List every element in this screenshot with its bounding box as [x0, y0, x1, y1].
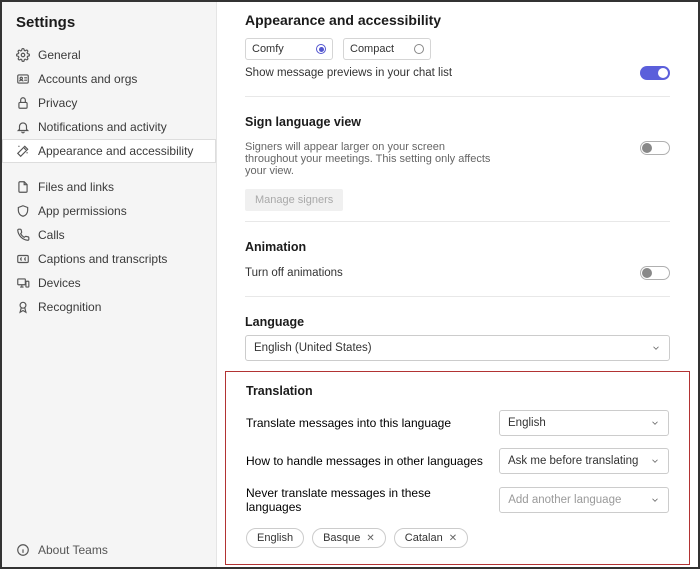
sidebar-item-notifications[interactable]: Notifications and activity	[2, 115, 216, 139]
lock-icon	[16, 96, 30, 110]
sidebar-item-captions[interactable]: Captions and transcripts	[2, 247, 216, 271]
chip-label: Catalan	[405, 532, 443, 544]
settings-main[interactable]: Appearance and accessibility Comfy Compa…	[217, 2, 698, 567]
language-select[interactable]: English (United States)	[245, 335, 670, 361]
never-translate-chips: English Basque ✕ Catalan ✕	[246, 528, 669, 548]
sidebar-footer-about[interactable]: About Teams	[2, 533, 216, 567]
animation-title: Animation	[245, 240, 670, 254]
magic-wand-icon	[16, 144, 30, 158]
handle-messages-label: How to handle messages in other language…	[246, 454, 483, 468]
settings-sidebar: Settings General Accounts and orgs Priva…	[2, 2, 217, 567]
sidebar-item-label: Files and links	[38, 180, 114, 194]
translation-section: Translation Translate messages into this…	[225, 371, 690, 565]
language-select-value: English (United States)	[254, 342, 372, 354]
sidebar-item-recognition[interactable]: Recognition	[2, 295, 216, 319]
sidebar-item-calls[interactable]: Calls	[2, 223, 216, 247]
sidebar-item-label: Devices	[38, 276, 81, 290]
phone-icon	[16, 228, 30, 242]
sign-language-toggle[interactable]	[640, 141, 670, 155]
density-options: Comfy Compact	[245, 38, 670, 60]
sidebar-item-appearance[interactable]: Appearance and accessibility	[2, 139, 216, 163]
sidebar-footer-label: About Teams	[38, 543, 108, 557]
animation-label: Turn off animations	[245, 267, 343, 279]
never-translate-placeholder: Add another language	[508, 494, 621, 506]
language-title: Language	[245, 315, 670, 329]
sign-language-row: Signers will appear larger on your scree…	[245, 135, 670, 183]
density-comfy[interactable]: Comfy	[245, 38, 333, 60]
sidebar-group-2: Files and links App permissions Calls Ca…	[2, 173, 216, 321]
ribbon-icon	[16, 300, 30, 314]
sidebar-title: Settings	[2, 2, 216, 41]
density-comfy-label: Comfy	[252, 43, 284, 55]
sidebar-item-label: General	[38, 48, 81, 62]
chevron-down-icon	[651, 343, 661, 353]
divider	[245, 96, 670, 97]
sidebar-item-label: App permissions	[38, 204, 127, 218]
close-icon[interactable]: ✕	[366, 533, 374, 544]
sidebar-item-label: Notifications and activity	[38, 120, 167, 134]
chip-basque[interactable]: Basque ✕	[312, 528, 386, 548]
info-icon	[16, 543, 30, 557]
sidebar-item-label: Calls	[38, 228, 65, 242]
handle-messages-select[interactable]: Ask me before translating	[499, 448, 669, 474]
animation-row: Turn off animations	[245, 260, 670, 286]
chip-catalan[interactable]: Catalan ✕	[394, 528, 468, 548]
chevron-down-icon	[650, 418, 660, 428]
chevron-down-icon	[650, 456, 660, 466]
sidebar-item-label: Captions and transcripts	[38, 252, 167, 266]
animation-toggle[interactable]	[640, 266, 670, 280]
settings-window: Settings General Accounts and orgs Priva…	[0, 0, 700, 569]
close-icon[interactable]: ✕	[449, 533, 457, 544]
gear-icon	[16, 48, 30, 62]
sign-language-title: Sign language view	[245, 115, 670, 129]
chip-label: Basque	[323, 532, 360, 544]
preview-toggle[interactable]	[640, 66, 670, 80]
translate-into-row: Translate messages into this language En…	[246, 404, 669, 442]
shield-icon	[16, 204, 30, 218]
chip-english[interactable]: English	[246, 528, 304, 548]
sidebar-item-app-permissions[interactable]: App permissions	[2, 199, 216, 223]
sidebar-item-label: Privacy	[38, 96, 77, 110]
divider	[245, 221, 670, 222]
translate-into-value: English	[508, 417, 546, 429]
sidebar-item-privacy[interactable]: Privacy	[2, 91, 216, 115]
captions-icon	[16, 252, 30, 266]
never-translate-select[interactable]: Add another language	[499, 487, 669, 513]
handle-messages-row: How to handle messages in other language…	[246, 442, 669, 480]
radio-off-icon	[414, 44, 424, 54]
id-card-icon	[16, 72, 30, 86]
sidebar-item-label: Recognition	[38, 300, 101, 314]
preview-row: Show message previews in your chat list	[245, 60, 670, 86]
sidebar-item-devices[interactable]: Devices	[2, 271, 216, 295]
never-translate-label: Never translate messages in these langua…	[246, 486, 489, 514]
sidebar-item-files[interactable]: Files and links	[2, 175, 216, 199]
radio-on-icon	[316, 44, 326, 54]
divider	[245, 296, 670, 297]
density-compact[interactable]: Compact	[343, 38, 431, 60]
chip-label: English	[257, 532, 293, 544]
density-compact-label: Compact	[350, 43, 394, 55]
sign-language-desc: Signers will appear larger on your scree…	[245, 141, 495, 177]
translate-into-label: Translate messages into this language	[246, 416, 451, 430]
devices-icon	[16, 276, 30, 290]
sidebar-item-label: Appearance and accessibility	[38, 144, 193, 158]
translate-into-select[interactable]: English	[499, 410, 669, 436]
never-translate-row: Never translate messages in these langua…	[246, 480, 669, 520]
bell-icon	[16, 120, 30, 134]
preview-label: Show message previews in your chat list	[245, 67, 452, 79]
sidebar-group-1: General Accounts and orgs Privacy Notifi…	[2, 41, 216, 165]
sidebar-item-general[interactable]: General	[2, 43, 216, 67]
translation-title: Translation	[246, 384, 669, 398]
handle-messages-value: Ask me before translating	[508, 455, 638, 467]
chevron-down-icon	[650, 495, 660, 505]
file-icon	[16, 180, 30, 194]
sidebar-item-accounts[interactable]: Accounts and orgs	[2, 67, 216, 91]
sidebar-item-label: Accounts and orgs	[38, 72, 137, 86]
manage-signers-button[interactable]: Manage signers	[245, 189, 343, 211]
page-title: Appearance and accessibility	[245, 12, 670, 28]
